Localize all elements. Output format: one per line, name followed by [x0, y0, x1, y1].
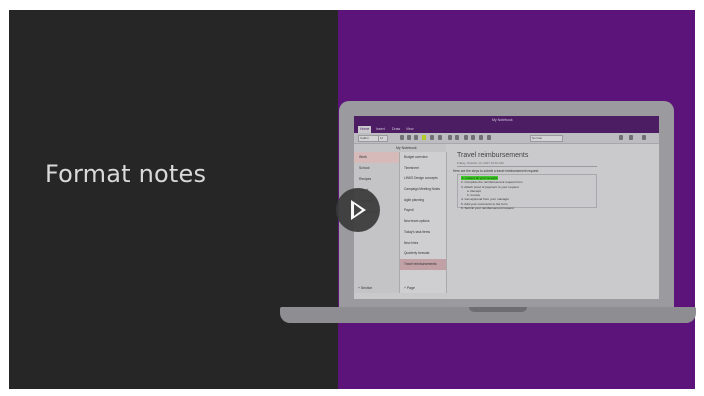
align-icon[interactable] — [479, 135, 483, 140]
note-canvas[interactable]: Travel reimbursements Friday, October 13… — [447, 144, 659, 299]
note-intro: Here are the steps to submit a travel re… — [453, 169, 539, 173]
font-color-icon[interactable] — [430, 135, 434, 140]
size-field[interactable]: 11 — [378, 135, 388, 142]
settings-icon[interactable] — [629, 135, 633, 140]
step-item: 2. Complete the reimbursement request fo… — [461, 180, 523, 185]
steps-list: 1. Collect all your receipts 2. Complete… — [461, 176, 523, 210]
checkbox-icon[interactable] — [487, 135, 491, 140]
video-title: Format notes — [45, 160, 207, 188]
tab-draw[interactable]: Draw — [392, 127, 400, 131]
left-panel: Format notes — [9, 10, 338, 389]
app-titlebar: My Notebook — [354, 116, 659, 125]
share-icon[interactable] — [619, 135, 623, 140]
page-item[interactable]: Agile planning — [400, 195, 446, 206]
numbering-icon[interactable] — [455, 135, 459, 140]
bold-icon[interactable] — [400, 135, 404, 140]
clear-format-icon[interactable] — [438, 135, 442, 140]
underline-icon[interactable] — [414, 135, 418, 140]
section-item[interactable]: Recipes — [354, 174, 399, 185]
title-underline — [457, 166, 597, 167]
tab-home[interactable]: Home — [358, 126, 372, 133]
page-item[interactable]: Campaign Meeting Notes — [400, 184, 446, 195]
page-item[interactable]: New hires — [400, 238, 446, 249]
italic-icon[interactable] — [407, 135, 411, 140]
page-item[interactable]: Quarterly forecast — [400, 248, 446, 259]
add-page-button[interactable]: + Page — [404, 286, 415, 290]
play-icon-inner — [354, 204, 362, 216]
page-item[interactable]: Today's task items — [400, 227, 446, 238]
play-button[interactable] — [336, 188, 380, 232]
formatting-toolbar: Calibri 11 Normal — [354, 133, 659, 144]
notebook-name: My Notebook — [396, 146, 417, 150]
pages-list: Budget overview Timesheet LINKS Design c… — [400, 152, 447, 293]
ribbon-tabs: Home Insert Draw View — [354, 125, 659, 133]
page-item[interactable]: New team options — [400, 216, 446, 227]
window-title: My Notebook — [492, 118, 513, 122]
page-item[interactable]: Travel reimbursements — [400, 258, 446, 270]
add-section-button[interactable]: + Section — [358, 286, 372, 290]
step-item: 6. Submit your reimbursement request — [461, 206, 514, 211]
page-title: Travel reimbursements — [457, 152, 529, 159]
more-icon[interactable] — [642, 135, 646, 140]
page-item[interactable]: Timesheet — [400, 163, 446, 174]
highlight-icon[interactable] — [422, 135, 426, 140]
page-item[interactable]: LINKS Design concepts — [400, 173, 446, 184]
outdent-icon[interactable] — [464, 135, 468, 140]
page-date: Friday, October 13, 2017 10:10 AM — [457, 161, 504, 165]
section-item[interactable]: Work — [354, 152, 399, 163]
font-field[interactable]: Calibri — [358, 135, 379, 142]
page-item[interactable]: Payroll — [400, 205, 446, 216]
tab-view[interactable]: View — [406, 127, 414, 131]
bullets-icon[interactable] — [448, 135, 452, 140]
indent-icon[interactable] — [471, 135, 475, 140]
video-thumbnail[interactable]: Format notes My Notebook Home Insert Dra… — [0, 0, 704, 396]
laptop-notch — [469, 307, 527, 312]
tab-insert[interactable]: Insert — [376, 127, 385, 131]
style-field[interactable]: Normal — [530, 135, 563, 142]
laptop-screen: My Notebook Home Insert Draw View Calibr… — [354, 116, 659, 299]
section-item[interactable]: School — [354, 163, 399, 174]
page-item[interactable]: Budget overview — [400, 152, 446, 163]
